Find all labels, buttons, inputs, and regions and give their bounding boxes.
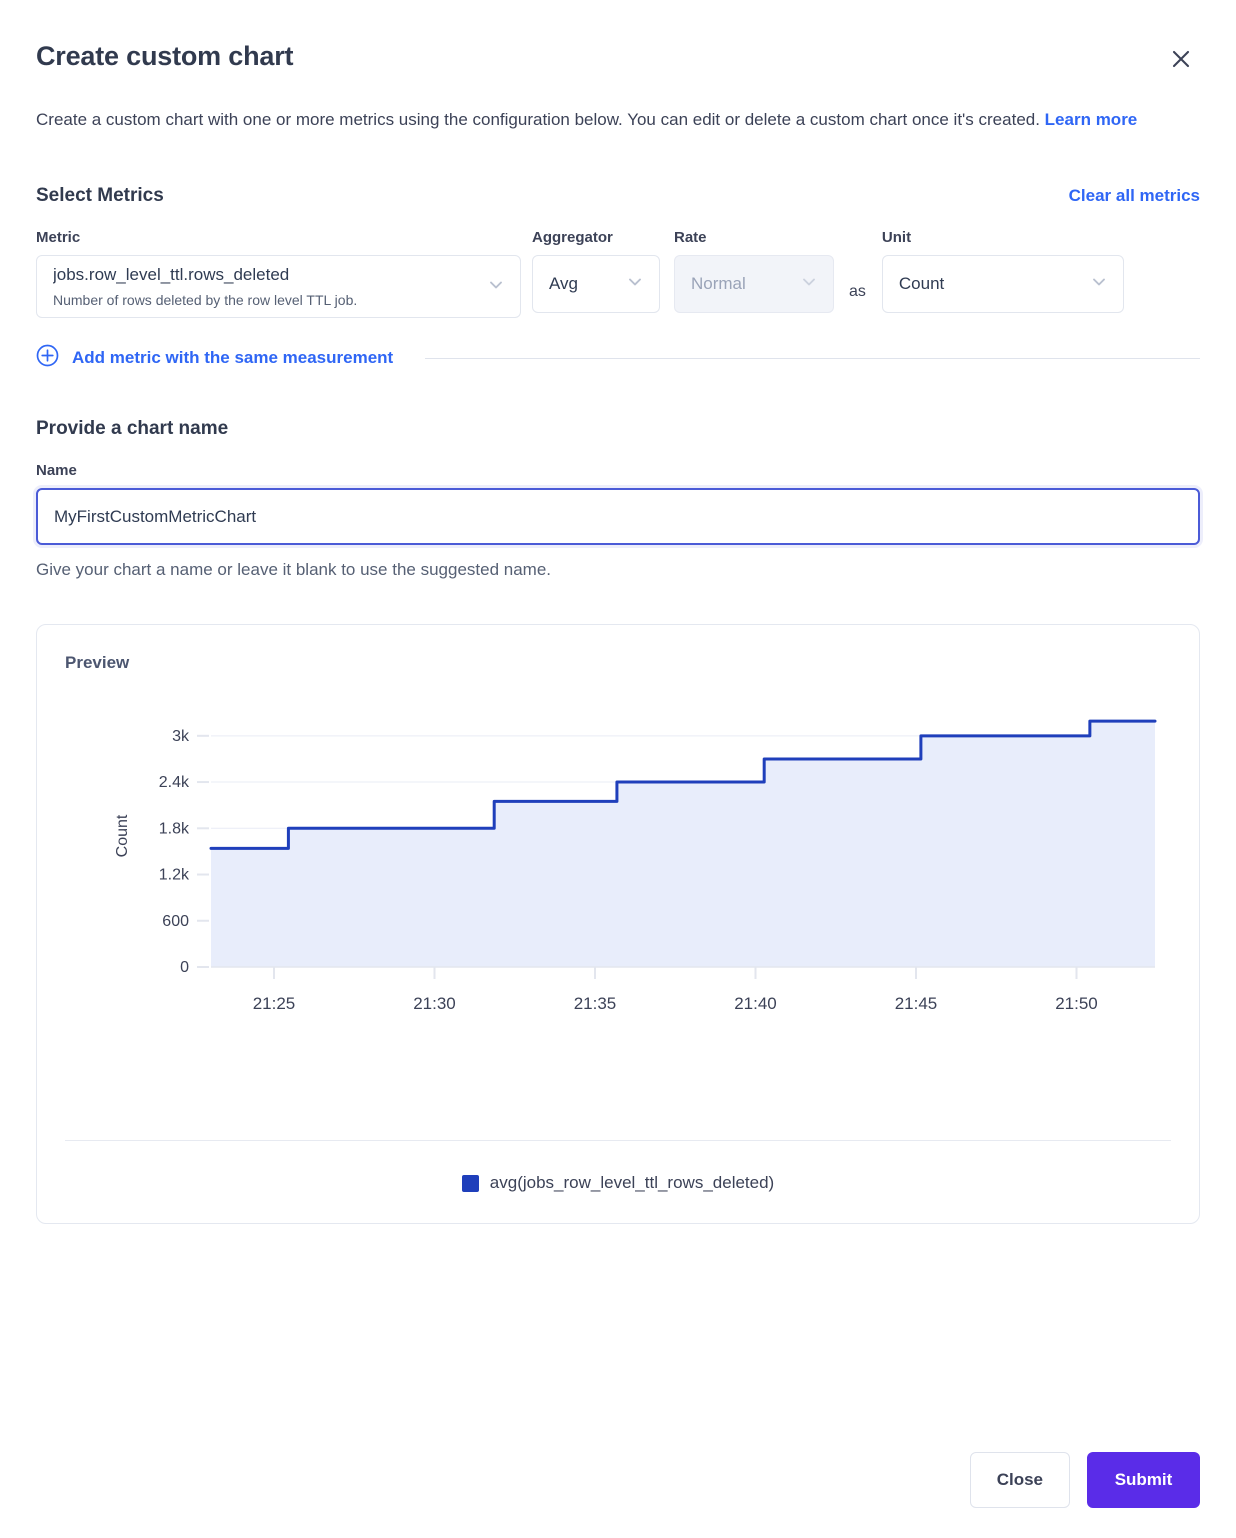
- plus-circle-icon: [36, 344, 59, 372]
- aggregator-label: Aggregator: [532, 229, 660, 246]
- svg-text:1.8k: 1.8k: [159, 821, 190, 838]
- metric-field-group: Metric jobs.row_level_ttl.rows_deleted N…: [36, 229, 521, 318]
- legend-label: avg(jobs_row_level_ttl_rows_deleted): [490, 1173, 774, 1193]
- unit-select[interactable]: Count: [882, 255, 1124, 313]
- add-metric-label: Add metric with the same measurement: [72, 348, 393, 368]
- svg-text:Count: Count: [114, 814, 131, 857]
- chart-legend[interactable]: avg(jobs_row_level_ttl_rows_deleted): [37, 1173, 1199, 1193]
- svg-text:0: 0: [180, 959, 189, 976]
- chart-name-field-group: Name: [36, 462, 1200, 545]
- close-button[interactable]: [1166, 44, 1196, 74]
- submit-button[interactable]: Submit: [1087, 1452, 1200, 1508]
- chevron-down-icon: [799, 272, 819, 297]
- as-label: as: [849, 283, 866, 318]
- metric-select[interactable]: jobs.row_level_ttl.rows_deleted Number o…: [36, 255, 521, 318]
- svg-text:600: 600: [162, 913, 189, 930]
- preview-card: Preview Count 0 600 1.2k 1.8k 2.4k 3k 21:25 21:3…: [36, 624, 1200, 1224]
- svg-text:1.2k: 1.2k: [159, 867, 190, 884]
- add-metric-divider: [425, 358, 1200, 359]
- close-icon: [1170, 48, 1192, 70]
- metric-select-value: jobs.row_level_ttl.rows_deleted: [53, 264, 476, 287]
- unit-select-value: Count: [899, 273, 1079, 296]
- preview-title: Preview: [65, 653, 1171, 673]
- svg-text:21:35: 21:35: [574, 994, 617, 1013]
- chevron-down-icon: [486, 274, 506, 299]
- rate-select-value: Normal: [691, 273, 789, 296]
- aggregator-select[interactable]: Avg: [532, 255, 660, 313]
- svg-text:21:45: 21:45: [895, 994, 938, 1013]
- unit-label: Unit: [882, 229, 1124, 246]
- svg-text:3k: 3k: [172, 728, 190, 745]
- add-metric-row: Add metric with the same measurement: [36, 344, 1200, 372]
- aggregator-select-value: Avg: [549, 273, 615, 296]
- rate-label: Rate: [674, 229, 834, 246]
- rate-select: Normal: [674, 255, 834, 313]
- metric-label: Metric: [36, 229, 521, 246]
- chevron-down-icon: [625, 272, 645, 297]
- chart-name-label: Name: [36, 462, 1200, 479]
- select-metrics-title: Select Metrics: [36, 185, 164, 207]
- modal-footer: Close Submit: [970, 1452, 1200, 1508]
- metric-fields-row: Metric jobs.row_level_ttl.rows_deleted N…: [36, 229, 1200, 318]
- svg-text:21:40: 21:40: [734, 994, 777, 1013]
- unit-field-group: Unit Count: [882, 229, 1124, 313]
- svg-text:21:50: 21:50: [1055, 994, 1098, 1013]
- page-title: Create custom chart: [36, 40, 293, 72]
- metric-select-description: Number of rows deleted by the row level …: [53, 291, 476, 309]
- aggregator-field-group: Aggregator Avg: [532, 229, 660, 313]
- legend-swatch: [462, 1175, 479, 1192]
- modal-header: Create custom chart: [36, 0, 1200, 74]
- chevron-down-icon: [1089, 272, 1109, 297]
- svg-text:21:25: 21:25: [253, 994, 296, 1013]
- preview-chart[interactable]: Count 0 600 1.2k 1.8k 2.4k 3k 21:25 21:30 21:35 21…: [65, 677, 1185, 1147]
- add-metric-button[interactable]: Add metric with the same measurement: [36, 344, 393, 372]
- close-button-footer[interactable]: Close: [970, 1452, 1070, 1508]
- rate-field-group: Rate Normal: [674, 229, 834, 313]
- chart-name-section: Provide a chart name Name Give your char…: [36, 418, 1200, 580]
- chart-area: Count 0 600 1.2k 1.8k 2.4k 3k 21:25 21:30 21:35 21…: [65, 677, 1171, 1147]
- chart-name-help-text: Give your chart a name or leave it blank…: [36, 560, 1200, 580]
- clear-all-metrics-link[interactable]: Clear all metrics: [1069, 186, 1200, 206]
- modal-description: Create a custom chart with one or more m…: [36, 106, 1176, 133]
- chart-name-title: Provide a chart name: [36, 418, 1200, 440]
- chart-name-input[interactable]: [36, 488, 1200, 545]
- create-custom-chart-modal: Create custom chart Create a custom char…: [0, 0, 1236, 1538]
- svg-text:2.4k: 2.4k: [159, 774, 190, 791]
- legend-separator: [65, 1140, 1171, 1141]
- svg-text:21:30: 21:30: [413, 994, 456, 1013]
- modal-description-text: Create a custom chart with one or more m…: [36, 110, 1045, 129]
- learn-more-link[interactable]: Learn more: [1045, 110, 1138, 129]
- select-metrics-header: Select Metrics Clear all metrics: [36, 185, 1200, 207]
